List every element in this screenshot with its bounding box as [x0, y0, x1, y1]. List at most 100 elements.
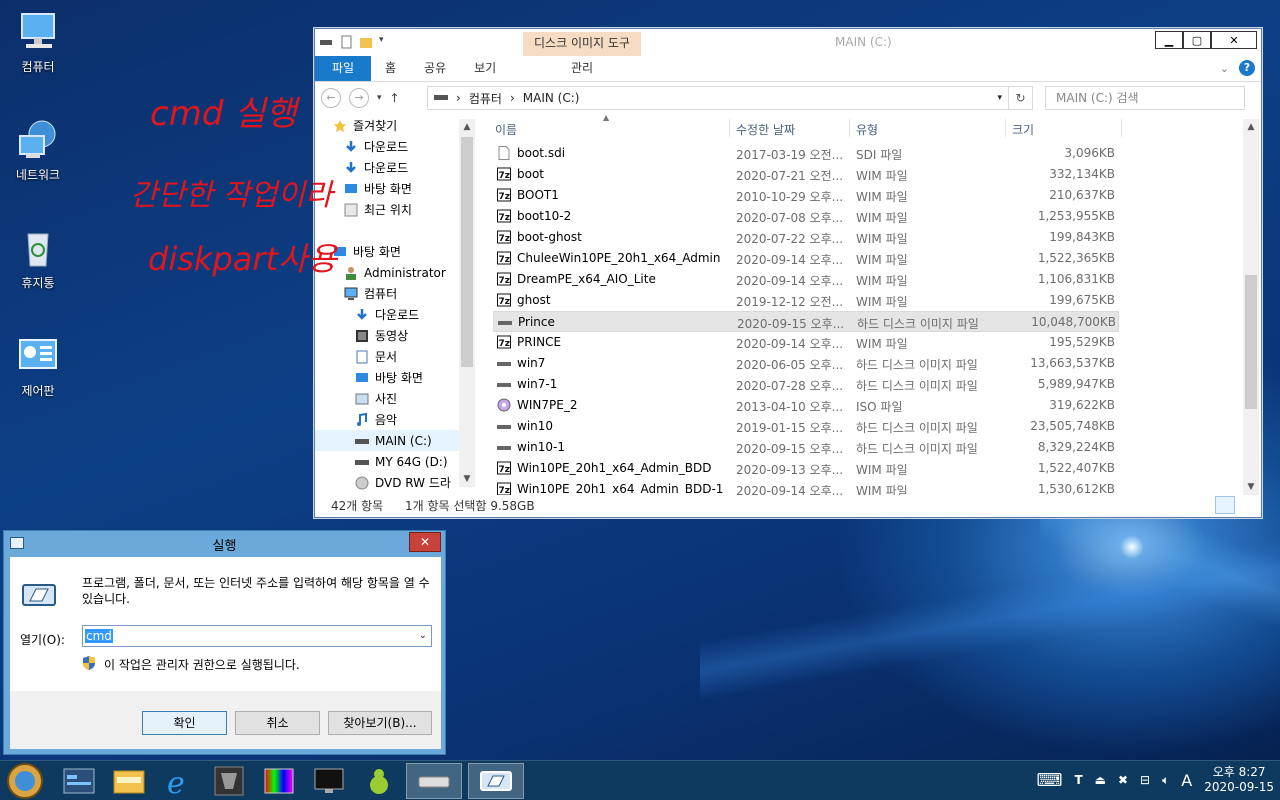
nav-item[interactable]: 다운로드	[315, 304, 473, 325]
column-date[interactable]: 수정한 날짜	[736, 121, 795, 138]
file-row[interactable]: 7z ghost 2019-12-12 오전... WIM 파일 199,675KB	[493, 290, 1119, 311]
title-bar[interactable]: ▾ 디스크 이미지 도구 MAIN (C:) ▁ ▢ ✕	[315, 29, 1261, 56]
breadcrumb-drive[interactable]: MAIN (C:)	[523, 91, 580, 105]
search-input[interactable]: MAIN (C:) 검색	[1045, 86, 1245, 110]
file-row[interactable]: win7 2020-06-05 오후... 하드 디스크 이미지 파일 13,663,…	[493, 353, 1119, 374]
nav-item[interactable]: 바탕 화면	[315, 178, 473, 199]
file-row[interactable]: Prince 2020-09-15 오후... 하드 디스크 이미지 파일 10,04…	[493, 311, 1119, 332]
new-file-icon[interactable]	[339, 35, 353, 49]
browse-button[interactable]: 찾아보기(B)...	[328, 711, 432, 735]
nav-item[interactable]: 컴퓨터	[315, 283, 473, 304]
nav-item[interactable]: 최근 위치	[315, 199, 473, 220]
network-icon[interactable]: ⊟	[1140, 773, 1150, 787]
taskbar-app7[interactable]	[356, 763, 402, 799]
address-bar[interactable]: › 컴퓨터 › MAIN (C:) ▾	[427, 86, 1009, 110]
chevron-down-icon[interactable]: ▾	[997, 93, 1002, 103]
taskbar-run-window[interactable]	[468, 763, 524, 799]
nav-item[interactable]: 다운로드	[315, 157, 473, 178]
desktop-icon-recycle-bin[interactable]: 휴지통	[2, 226, 74, 291]
minimize-button[interactable]: ▁	[1155, 31, 1183, 49]
tab-home[interactable]: 홈	[371, 56, 410, 81]
drive-icon[interactable]	[319, 35, 333, 49]
desktop-icon-computer[interactable]: 컴퓨터	[2, 10, 74, 75]
explorer-window[interactable]: ▾ 디스크 이미지 도구 MAIN (C:) ▁ ▢ ✕ 파일 홈 공유 보기 …	[314, 28, 1262, 518]
nav-item[interactable]: 다운로드	[315, 136, 473, 157]
nav-item[interactable]: 문서	[315, 346, 473, 367]
nav-item[interactable]: 동영상	[315, 325, 473, 346]
close-button[interactable]: ✕	[1211, 31, 1257, 49]
volume-icon[interactable]: 🔈︎	[1162, 773, 1169, 788]
file-row[interactable]: 7z boot-ghost 2020-07-22 오후... WIM 파일 199,84…	[493, 227, 1119, 248]
cancel-button[interactable]: 취소	[235, 711, 320, 735]
file-row[interactable]: win10-1 2020-09-15 오후... 하드 디스크 이미지 파일 8,32…	[493, 437, 1119, 458]
file-list-scrollbar[interactable]: ▲ ▼	[1243, 119, 1259, 495]
file-row[interactable]: 7z PRINCE 2020-09-14 오후... WIM 파일 195,529KB	[493, 332, 1119, 353]
keyboard-icon[interactable]: ⌨	[1036, 770, 1062, 791]
font-icon[interactable]: T	[1074, 773, 1082, 787]
ime-indicator[interactable]: A	[1181, 771, 1192, 790]
file-row[interactable]: 7z BOOT1 2010-10-29 오후... WIM 파일 210,637KB	[493, 185, 1119, 206]
expand-ribbon-icon[interactable]: ⌄	[1220, 62, 1229, 75]
open-combobox[interactable]: cmd ⌄	[82, 625, 432, 647]
run-close-button[interactable]: ✕	[409, 532, 441, 552]
column-name[interactable]: 이름	[495, 121, 517, 138]
column-type[interactable]: 유형	[856, 121, 878, 138]
taskbar-app6[interactable]	[306, 763, 352, 799]
column-size[interactable]: 크기	[1012, 121, 1034, 138]
file-row[interactable]: WIN7PE_2 2013-04-10 오후... ISO 파일 319,622KB	[493, 395, 1119, 416]
folder-icon[interactable]	[359, 35, 373, 49]
file-row[interactable]: 7z boot10-2 2020-07-08 오후... WIM 파일 1,253,95…	[493, 206, 1119, 227]
file-row[interactable]: win10 2019-01-15 오후... 하드 디스크 이미지 파일 23,505…	[493, 416, 1119, 437]
nav-item[interactable]: DVD RW 드라	[315, 472, 473, 493]
taskbar-explorer[interactable]	[106, 763, 152, 799]
run-dialog[interactable]: 실행 ✕ 프로그램, 폴더, 문서, 또는 인터넷 주소를 입력하여 해당 항목…	[3, 530, 446, 755]
nav-item[interactable]: Administrator	[315, 262, 473, 283]
nav-scrollbar[interactable]: ▲ ▼	[459, 119, 475, 487]
ok-button[interactable]: 확인	[142, 711, 227, 735]
nav-item[interactable]: 즐겨찾기	[315, 115, 473, 136]
details-view-button[interactable]	[1215, 496, 1235, 514]
run-title-bar[interactable]: 실행 ✕	[4, 531, 445, 556]
nav-item[interactable]: 바탕 화면	[315, 367, 473, 388]
taskbar-drive-window[interactable]	[406, 763, 462, 799]
forward-button[interactable]: →	[349, 88, 369, 108]
file-row[interactable]: 7z DreamPE_x64_AIO_Lite 2020-09-14 오후... WI…	[493, 269, 1119, 290]
nav-item[interactable]: MAIN (C:)	[315, 430, 473, 451]
desktop-icon-network[interactable]: 네트워크	[2, 118, 74, 183]
tab-view[interactable]: 보기	[460, 56, 510, 81]
maximize-button[interactable]: ▢	[1183, 31, 1211, 49]
chevron-down-icon[interactable]: ▾	[379, 35, 393, 49]
nav-item[interactable]: 바탕 화면	[315, 241, 473, 262]
recent-locations-icon[interactable]: ▾	[377, 93, 382, 103]
file-row[interactable]: boot.sdi 2017-03-19 오전... SDI 파일 3,096KB	[493, 143, 1119, 164]
file-row[interactable]: 7z boot 2020-07-21 오전... WIM 파일 332,134KB	[493, 164, 1119, 185]
up-button[interactable]: ↑	[390, 91, 400, 105]
safely-remove-icon[interactable]: ⏏	[1095, 773, 1106, 787]
nav-item[interactable]: 사진	[315, 388, 473, 409]
taskbar-ie[interactable]: e	[156, 763, 202, 799]
file-row[interactable]: 7z ChuleeWin10PE_20h1_x64_Admin 2020-09-14…	[493, 248, 1119, 269]
taskbar-app5[interactable]	[256, 763, 302, 799]
chevron-down-icon[interactable]: ⌄	[419, 626, 427, 646]
file-row[interactable]: 7z Win10PE_20h1_x64_Admin_BDD 2020-09-13 오…	[493, 458, 1119, 479]
start-button[interactable]	[2, 763, 48, 799]
nav-item[interactable]: 음악	[315, 409, 473, 430]
open-input-value[interactable]: cmd	[85, 629, 113, 643]
network-disconnected-icon[interactable]: ✖	[1118, 773, 1128, 787]
tab-manage[interactable]: 관리	[523, 56, 641, 81]
refresh-button[interactable]: ↻	[1009, 86, 1033, 110]
help-icon[interactable]: ?	[1239, 60, 1255, 76]
scroll-thumb[interactable]	[1245, 275, 1257, 409]
breadcrumb-computer[interactable]: 컴퓨터	[469, 90, 502, 107]
desktop-icon-control-panel[interactable]: 제어판	[2, 334, 74, 399]
back-button[interactable]: ←	[321, 88, 341, 108]
scroll-up-icon[interactable]: ▲	[459, 119, 475, 135]
file-row[interactable]: win7-1 2020-07-28 오후... 하드 디스크 이미지 파일 5,989…	[493, 374, 1119, 395]
taskbar-app4[interactable]	[206, 763, 252, 799]
tab-file[interactable]: 파일	[315, 56, 371, 81]
scroll-down-icon[interactable]: ▼	[459, 471, 475, 487]
tab-share[interactable]: 공유	[410, 56, 460, 81]
nav-item[interactable]: MY 64G (D:)	[315, 451, 473, 472]
clock[interactable]: 오후 8:27 2020-09-15	[1204, 765, 1274, 795]
scroll-up-icon[interactable]: ▲	[1243, 119, 1259, 135]
